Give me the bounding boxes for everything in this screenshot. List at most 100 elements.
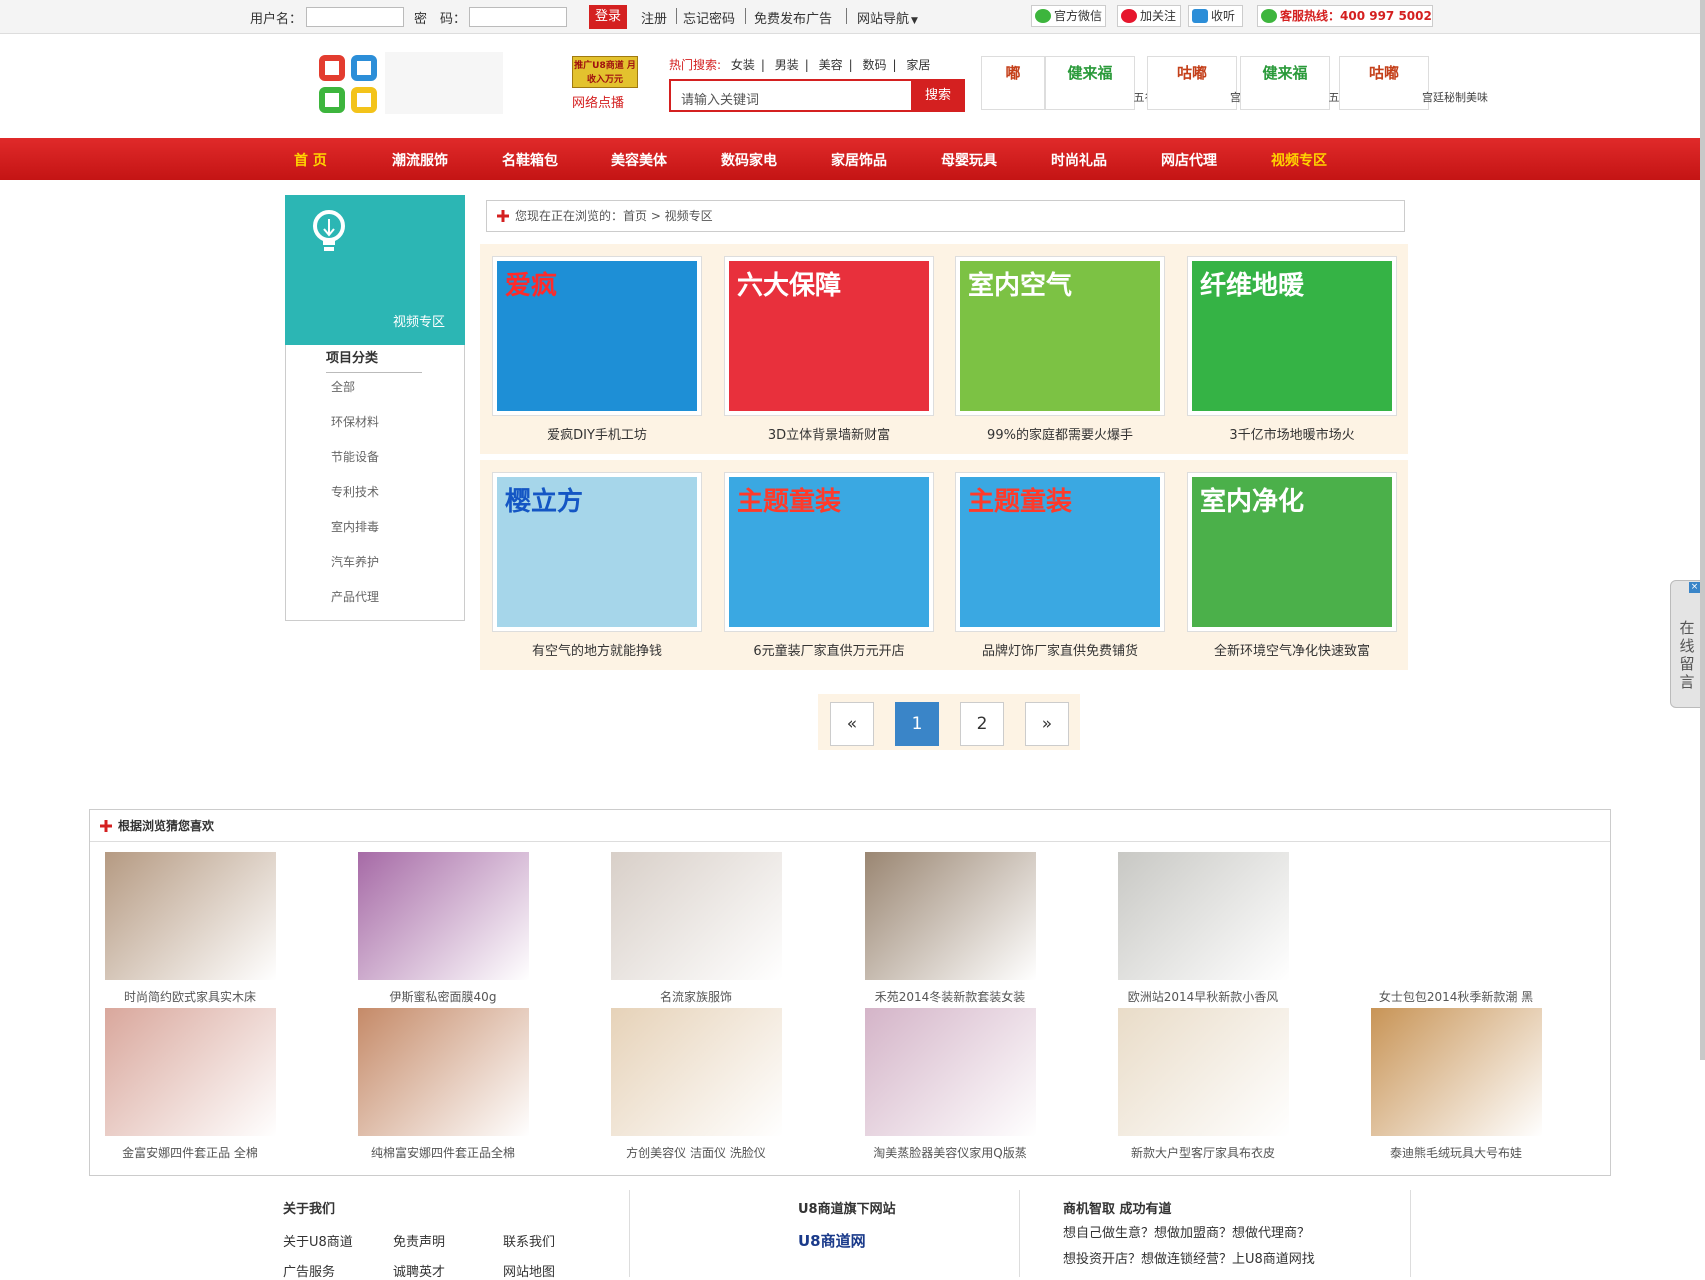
password-input[interactable] bbox=[469, 7, 567, 27]
online-message-widget[interactable]: × 在线留言 bbox=[1670, 580, 1702, 708]
promo-banner[interactable]: 推广U8商道 月收入万元 网络点播 bbox=[572, 56, 640, 112]
product-image[interactable] bbox=[105, 1008, 276, 1136]
video-card[interactable]: 六大保障 bbox=[724, 256, 934, 416]
hot-search-item[interactable]: 美容 bbox=[819, 58, 843, 72]
search-button[interactable]: 搜索 bbox=[911, 79, 965, 112]
video-card[interactable]: 室内净化 bbox=[1187, 472, 1397, 632]
header-ad[interactable]: 健来福 五谷食疗品 bbox=[1240, 56, 1384, 110]
product-image[interactable] bbox=[1118, 1008, 1289, 1136]
product-caption[interactable]: 伊斯蜜私密面膜40g bbox=[333, 988, 553, 1005]
product-image[interactable] bbox=[611, 852, 782, 980]
hot-search-item[interactable]: 数码 bbox=[863, 58, 887, 72]
video-card[interactable]: 室内空气 bbox=[955, 256, 1165, 416]
nav-item-gifts[interactable]: 时尚礼品 bbox=[1051, 150, 1107, 170]
next-page-button[interactable]: » bbox=[1025, 702, 1069, 746]
product-image[interactable] bbox=[358, 1008, 529, 1136]
video-caption[interactable]: 99%的家庭都需要火爆手 bbox=[945, 424, 1175, 443]
forgot-password-link[interactable]: 忘记密码 bbox=[683, 8, 735, 27]
product-image[interactable] bbox=[1371, 852, 1542, 980]
pagination: « 1 2 » bbox=[818, 694, 1080, 750]
header-ad[interactable]: 咕嘟 宫廷秘制美味 bbox=[1339, 56, 1488, 110]
nav-item-home-decor[interactable]: 家居饰品 bbox=[831, 150, 887, 170]
product-caption[interactable]: 新款大户型客厅家具布衣皮 bbox=[1093, 1144, 1313, 1161]
video-caption[interactable]: 有空气的地方就能挣钱 bbox=[482, 640, 712, 659]
category-item[interactable]: 全部 bbox=[331, 378, 355, 395]
video-card[interactable]: 主题童装 bbox=[724, 472, 934, 632]
phone-icon bbox=[1261, 9, 1277, 23]
footer-link[interactable]: 网站地图 bbox=[503, 1261, 555, 1280]
product-image[interactable] bbox=[105, 852, 276, 980]
register-link[interactable]: 注册 bbox=[641, 8, 667, 27]
close-icon[interactable]: × bbox=[1689, 582, 1700, 593]
product-caption[interactable]: 金富安娜四件套正品 全棉 bbox=[80, 1144, 300, 1161]
category-item[interactable]: 专利技术 bbox=[331, 483, 379, 500]
wechat-button[interactable]: 官方微信 bbox=[1031, 5, 1106, 27]
video-caption[interactable]: 品牌灯饰厂家直供免费铺货 bbox=[945, 640, 1175, 659]
hot-search-item[interactable]: 男装 bbox=[775, 58, 799, 72]
video-card[interactable]: 主题童装 bbox=[955, 472, 1165, 632]
footer-link[interactable]: 广告服务 bbox=[283, 1261, 335, 1280]
nav-item-video[interactable]: 视频专区 bbox=[1271, 150, 1327, 170]
search-input[interactable]: 请输入关键词 bbox=[669, 79, 911, 112]
product-caption[interactable]: 纯棉富安娜四件套正品全棉 bbox=[333, 1144, 553, 1161]
hot-search-item[interactable]: 女装 bbox=[731, 58, 755, 72]
sidebar-title: 视频专区 bbox=[393, 315, 446, 330]
page-button[interactable]: 2 bbox=[960, 702, 1004, 746]
product-caption[interactable]: 女士包包2014秋季新款潮 黑 bbox=[1346, 988, 1566, 1005]
product-image[interactable] bbox=[1371, 1008, 1542, 1136]
video-caption[interactable]: 3千亿市场地暖市场火 bbox=[1177, 424, 1407, 443]
nav-item-home[interactable]: 首 页 bbox=[294, 150, 327, 170]
category-item[interactable]: 室内排毒 bbox=[331, 518, 379, 535]
site-nav-dropdown[interactable]: 网站导航 ▼ bbox=[857, 8, 918, 27]
nav-item-agency[interactable]: 网店代理 bbox=[1161, 150, 1217, 170]
nav-item-digital[interactable]: 数码家电 bbox=[721, 150, 777, 170]
nav-item-fashion[interactable]: 潮流服饰 bbox=[392, 150, 448, 170]
category-item[interactable]: 环保材料 bbox=[331, 413, 379, 430]
product-image[interactable] bbox=[865, 1008, 1036, 1136]
header-ad[interactable]: 嘟 秘制美味 bbox=[981, 56, 1119, 110]
video-card[interactable]: 樱立方 bbox=[492, 472, 702, 632]
product-image[interactable] bbox=[865, 852, 1036, 980]
site-logo[interactable] bbox=[319, 55, 377, 113]
username-input[interactable] bbox=[306, 7, 404, 27]
hot-search-item[interactable]: 家居 bbox=[906, 58, 930, 72]
video-card[interactable]: 爱疯 bbox=[492, 256, 702, 416]
product-caption[interactable]: 欧洲站2014早秋新款小香风 bbox=[1093, 988, 1313, 1005]
header-ad[interactable]: 健来福 五谷食疗品 bbox=[1045, 56, 1189, 110]
product-caption[interactable]: 时尚简约欧式家具实木床 bbox=[80, 988, 300, 1005]
promo-sub: 网络点播 bbox=[572, 96, 625, 111]
footer-link[interactable]: 关于U8商道 bbox=[283, 1231, 353, 1250]
video-caption[interactable]: 6元童装厂家直供万元开店 bbox=[714, 640, 944, 659]
nav-item-baby-toys[interactable]: 母婴玩具 bbox=[941, 150, 997, 170]
free-ad-link[interactable]: 免费发布广告 bbox=[754, 8, 832, 27]
product-image[interactable] bbox=[1118, 852, 1289, 980]
video-caption[interactable]: 爱疯DIY手机工坊 bbox=[482, 424, 712, 443]
footer-link[interactable]: 诚聘英才 bbox=[393, 1261, 445, 1280]
product-caption[interactable]: 淘美蒸脸器美容仪家用Q版蒸 bbox=[840, 1144, 1060, 1161]
category-item[interactable]: 汽车养护 bbox=[331, 553, 379, 570]
category-item[interactable]: 节能设备 bbox=[331, 448, 379, 465]
nav-item-beauty[interactable]: 美容美体 bbox=[611, 150, 667, 170]
video-caption[interactable]: 全新环境空气净化快速致富 bbox=[1177, 640, 1407, 659]
tencent-weibo-button[interactable]: 收听 bbox=[1188, 5, 1243, 27]
header-ad[interactable]: 咕嘟 宫廷秘制美味 bbox=[1147, 56, 1296, 110]
footer-link[interactable]: 免责声明 bbox=[393, 1231, 445, 1250]
footer-link[interactable]: 联系我们 bbox=[503, 1231, 555, 1250]
page-button[interactable]: 1 bbox=[895, 702, 939, 746]
nav-item-shoes-bags[interactable]: 名鞋箱包 bbox=[502, 150, 558, 170]
video-card[interactable]: 纤维地暖 bbox=[1187, 256, 1397, 416]
product-image[interactable] bbox=[611, 1008, 782, 1136]
product-image[interactable] bbox=[358, 852, 529, 980]
product-caption[interactable]: 泰迪熊毛绒玩具大号布娃 bbox=[1346, 1144, 1566, 1161]
product-caption[interactable]: 禾苑2014冬装新款套装女装 bbox=[840, 988, 1060, 1005]
ad-brand: 健来福 bbox=[1067, 64, 1113, 82]
product-caption[interactable]: 方创美容仪 洁面仪 洗脸仪 bbox=[586, 1144, 806, 1161]
category-item[interactable]: 产品代理 bbox=[331, 588, 379, 605]
video-caption[interactable]: 3D立体背景墙新财富 bbox=[714, 424, 944, 443]
login-button[interactable]: 登录 bbox=[589, 5, 627, 29]
weibo-button[interactable]: 加关注 bbox=[1117, 5, 1181, 27]
scrollbar[interactable] bbox=[1700, 0, 1705, 1060]
footer-site-logo[interactable]: U8商道网 bbox=[798, 1230, 866, 1251]
product-caption[interactable]: 名流家族服饰 bbox=[586, 988, 806, 1005]
prev-page-button[interactable]: « bbox=[830, 702, 874, 746]
